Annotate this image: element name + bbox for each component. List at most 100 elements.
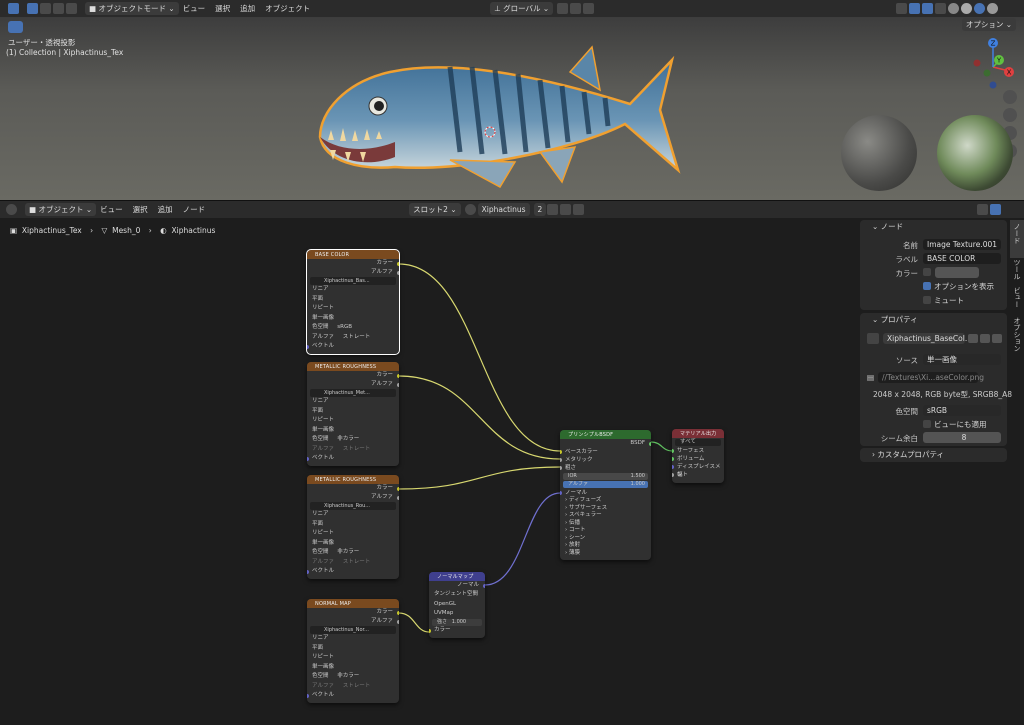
tab-options[interactable]: オプション <box>1012 317 1022 352</box>
fake-user-icon[interactable] <box>968 334 978 343</box>
select-mode-subtract-icon[interactable] <box>53 3 64 14</box>
alpha-row[interactable]: アルファ ストレート <box>307 333 399 343</box>
menu-object[interactable]: オブジェクト <box>265 3 310 14</box>
source-dropdown[interactable]: 単一画像 <box>307 663 399 673</box>
interpolation-dropdown[interactable]: リニア <box>307 397 399 407</box>
show-options-checkbox[interactable] <box>923 282 931 290</box>
image-browse-icon[interactable] <box>867 333 879 344</box>
node-name-field[interactable]: Image Texture.001 <box>923 239 1001 250</box>
node-metallic-roughness[interactable]: METALLIC ROUGHNESS カラー アルファ Xiphactinus_… <box>307 362 399 466</box>
3d-viewport[interactable]: ユーザー・透視投影 (1) Collection | Xiphactinus_T… <box>0 17 1024 200</box>
alpha-field[interactable]: アルファ 1.000 <box>563 481 648 488</box>
strength-field[interactable]: 強さ 1.000 <box>432 618 482 626</box>
duplicate-icon[interactable] <box>980 334 990 343</box>
extension-dropdown[interactable]: リピート <box>307 304 399 314</box>
tab-node[interactable]: ノード <box>1012 223 1022 244</box>
socket-input[interactable] <box>307 570 309 574</box>
interpolation-dropdown[interactable]: リニア <box>307 634 399 644</box>
socket-output[interactable] <box>397 373 399 378</box>
image-selector[interactable]: Xiphactinus_Bas... <box>310 277 396 285</box>
node-label-field[interactable]: BASE COLOR <box>923 253 1001 264</box>
zoom-icon[interactable] <box>1003 90 1017 104</box>
convention-dropdown[interactable]: OpenGL <box>429 600 485 610</box>
uvmap-field[interactable]: UVMap <box>429 609 485 619</box>
socket-input[interactable] <box>560 466 562 470</box>
extension-dropdown[interactable]: リピート <box>307 653 399 663</box>
xray-icon[interactable] <box>935 3 947 14</box>
node-normal-map-texture[interactable]: NORMAL MAP カラー アルファ Xiphactinus_Nor... リ… <box>307 599 399 703</box>
source-dropdown[interactable]: 単一画像 <box>307 539 399 549</box>
alpha-row[interactable]: アルファ ストレート <box>307 558 399 568</box>
panel-coat[interactable]: › コート <box>560 527 651 535</box>
panel-specular[interactable]: › スペキュラー <box>560 512 651 520</box>
source-dropdown[interactable]: 単一画像 <box>307 314 399 324</box>
shader-node-editor[interactable]: ■ オブジェクト ⌄ ビュー 選択 追加 ノード スロット2 ⌄ Xiphact… <box>0 201 1024 725</box>
colorspace-row[interactable]: 色空間 非カラー <box>307 548 399 558</box>
mute-checkbox[interactable] <box>923 296 931 304</box>
projection-dropdown[interactable]: 平面 <box>307 644 399 654</box>
select-mode-invert-icon[interactable] <box>66 3 77 14</box>
options-button[interactable]: オプション ⌄ <box>961 18 1016 31</box>
interpolation-dropdown[interactable]: リニア <box>307 285 399 295</box>
socket-input[interactable] <box>672 457 674 461</box>
unlink-icon[interactable] <box>992 334 1002 343</box>
panel-thin-film[interactable]: › 薄膜 <box>560 550 651 558</box>
interpolation-dropdown[interactable]: リニア <box>307 510 399 520</box>
socket-input[interactable] <box>307 694 309 698</box>
panel-header[interactable]: ⌄ ノード <box>860 220 1007 234</box>
node-normal-map[interactable]: ノーマルマップ ノーマル タンジェント空間 OpenGL UVMap 強さ 1.… <box>429 572 485 638</box>
panel-emission[interactable]: › 放射 <box>560 542 651 550</box>
panel-subsurface[interactable]: › サブサーフェス <box>560 505 651 513</box>
color-swatch[interactable] <box>935 267 979 278</box>
source-dropdown[interactable]: 単一画像 <box>923 354 1001 365</box>
overlay-icon[interactable] <box>922 3 934 14</box>
gizmo-icon[interactable] <box>909 3 921 14</box>
seam-margin-field[interactable]: 8 <box>923 432 1001 443</box>
fish-model[interactable] <box>300 42 700 192</box>
filepath-field[interactable]: //Textures\Xi...aseColor.png <box>878 372 984 383</box>
menu-add[interactable]: 追加 <box>240 3 255 14</box>
panel-header[interactable]: › カスタムプロパティ <box>860 448 1007 462</box>
panel-sheen[interactable]: › シーン <box>560 535 651 543</box>
panel-diffuse[interactable]: › ディフューズ <box>560 497 651 505</box>
socket-output[interactable] <box>397 261 399 266</box>
custom-properties-panel[interactable]: › カスタムプロパティ <box>860 448 1007 462</box>
socket-output[interactable] <box>397 610 399 615</box>
color-checkbox[interactable] <box>923 268 931 276</box>
image-selector[interactable]: Xiphactinus_Met... <box>310 389 396 397</box>
node-material-output[interactable]: マテリアル出力 すべて サーフェス ボリューム ディスプレイスメント 幅 <box>672 429 724 483</box>
node-base-color[interactable]: BASE COLOR カラー アルファ Xiphactinus_Bas... リ… <box>306 249 400 355</box>
colorspace-dropdown[interactable]: sRGB <box>923 405 1001 416</box>
menu-select[interactable]: 選択 <box>215 3 230 14</box>
socket-input[interactable] <box>672 465 674 469</box>
socket-input[interactable] <box>307 345 309 349</box>
socket-output[interactable] <box>397 619 399 624</box>
shading-solid-icon[interactable] <box>961 3 973 14</box>
projection-dropdown[interactable]: 平面 <box>307 407 399 417</box>
space-dropdown[interactable]: タンジェント空間 <box>429 590 485 600</box>
socket-output[interactable] <box>397 495 399 500</box>
alpha-row[interactable]: アルファ ストレート <box>307 445 399 455</box>
select-mode-new-icon[interactable] <box>27 3 38 14</box>
socket-input[interactable] <box>560 458 562 462</box>
colorspace-row[interactable]: 色空間 非カラー <box>307 435 399 445</box>
panel-transmission[interactable]: › 伝播 <box>560 520 651 528</box>
shading-material-icon[interactable] <box>974 3 986 14</box>
panel-header[interactable]: ⌄ プロパティ <box>860 313 1007 327</box>
socket-output[interactable] <box>397 270 399 275</box>
alpha-row[interactable]: アルファ ストレート <box>307 682 399 692</box>
select-mode-extend-icon[interactable] <box>40 3 51 14</box>
shading-wireframe-icon[interactable] <box>948 3 960 14</box>
colorspace-row[interactable]: 色空間 非カラー <box>307 672 399 682</box>
image-name-field[interactable]: Xiphactinus_BaseCol... <box>883 333 972 344</box>
tab-view[interactable]: ビュー <box>1012 287 1022 308</box>
colorspace-row[interactable]: 色空間 sRGB <box>307 323 399 333</box>
shading-rendered-icon[interactable] <box>987 3 999 14</box>
pivot-icon[interactable] <box>557 3 569 14</box>
source-dropdown[interactable]: 単一画像 <box>307 426 399 436</box>
menu-view[interactable]: ビュー <box>183 3 206 14</box>
extension-dropdown[interactable]: リピート <box>307 416 399 426</box>
tool-select-icon[interactable] <box>8 21 23 33</box>
proportional-edit-icon[interactable] <box>583 3 595 14</box>
socket-input[interactable] <box>429 628 431 633</box>
